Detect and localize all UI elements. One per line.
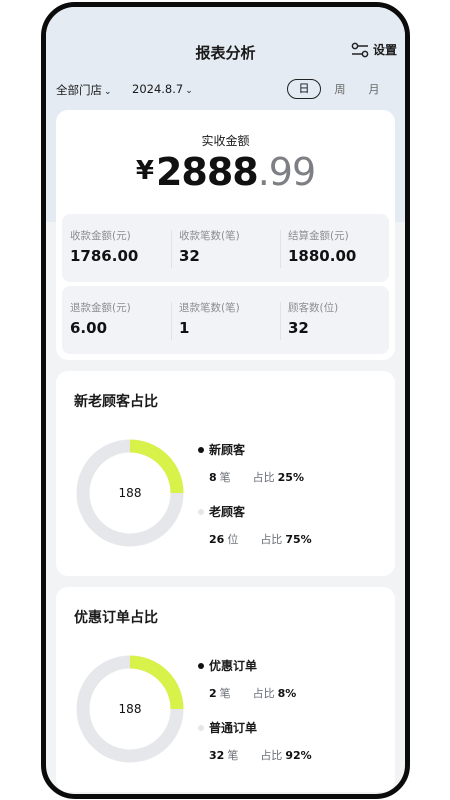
stat-value: 6.00 [70, 319, 108, 337]
legend-name: 新顾客 [209, 443, 246, 457]
legend-percent-label: 占比 [252, 687, 275, 700]
stat-label: 结算金额(元) [288, 230, 349, 242]
chevron-down-icon: ⌄ [104, 87, 112, 97]
stat-label: 收款笔数(笔) [179, 230, 240, 242]
legend-name: 老顾客 [209, 505, 246, 519]
donut-center-value: 188 [118, 702, 142, 716]
stat-value: 1 [179, 319, 190, 337]
period-day-tab[interactable]: 日 [287, 79, 321, 99]
legend-unit: 位 [227, 533, 239, 546]
legend-returning-customer: 老顾客 26 位 占比 75% [198, 503, 312, 547]
legend-percent-label: 占比 [252, 471, 275, 484]
date-dropdown-value: 2024.8.7 [132, 82, 184, 96]
stat-collected-amount: 收款金额(元) 1786.00 [62, 214, 171, 282]
settings-button[interactable]: 设置 [351, 41, 397, 58]
stat-customer-count: 顾客数(位) 32 [280, 286, 389, 354]
legend-unit: 笔 [219, 471, 231, 484]
stats-row-1: 收款金额(元) 1786.00 收款笔数(笔) 32 结算金额(元) 1880.… [62, 214, 389, 282]
stat-label: 顾客数(位) [288, 302, 339, 314]
settings-label: 设置 [372, 43, 397, 57]
stat-value: 32 [288, 319, 309, 337]
stat-value: 1880.00 [288, 247, 357, 265]
legend-name: 普通订单 [209, 721, 258, 735]
donut-center-value: 188 [118, 486, 142, 500]
stat-refund-count: 退款笔数(笔) 1 [171, 286, 280, 354]
legend-percent: 25% [277, 471, 304, 484]
legend-percent: 92% [285, 749, 312, 762]
legend-dot [198, 662, 204, 669]
filter-bar: 全部门店 ⌄ 2024.8.7 ⌄ 日 周 月 [46, 79, 405, 101]
amount-decimal: .99 [257, 150, 316, 194]
period-week-tab[interactable]: 周 [325, 81, 355, 97]
legend-dot [198, 446, 204, 453]
legend-count: 8 [209, 471, 217, 484]
legend-count: 32 [209, 749, 225, 762]
stat-label: 退款笔数(笔) [179, 302, 240, 314]
amount-integer: 2888 [155, 150, 259, 194]
legend-percent-label: 占比 [260, 533, 283, 546]
received-amount-label: 实收金额 [201, 134, 250, 148]
store-dropdown-value: 全部门店 [56, 83, 102, 97]
legend-percent: 75% [285, 533, 312, 546]
legend-count: 26 [209, 533, 225, 546]
received-amount-value: ¥2888.99 [56, 150, 395, 194]
store-dropdown[interactable]: 全部门店 ⌄ [56, 82, 112, 98]
period-month-tab[interactable]: 月 [359, 81, 389, 97]
order-ratio-card: 优惠订单占比 188 优惠订单 2 笔占比 8% 普通订单 32 笔占比 92% [56, 587, 395, 792]
legend-regular-order: 普通订单 32 笔 占比 92% [198, 719, 312, 763]
app-header: 报表分析 设置 [46, 37, 405, 67]
chevron-down-icon: ⌄ [185, 86, 193, 96]
currency-symbol: ¥ [135, 156, 154, 186]
legend-name: 优惠订单 [209, 659, 258, 673]
legend-dot [198, 724, 204, 731]
customer-ratio-card: 新老顾客占比 188 新顾客 8 笔占比 25% 老顾客 26 位占比 75% [56, 371, 395, 576]
legend-dot [198, 508, 204, 515]
date-dropdown[interactable]: 2024.8.7 ⌄ [132, 82, 193, 96]
card-title: 优惠订单占比 [74, 610, 158, 626]
phone-frame: 报表分析 设置 全部门店 ⌄ 2024.8.7 ⌄ 日 周 月 实收金额 ¥2888… [41, 2, 410, 799]
legend-percent: 8% [277, 687, 297, 700]
period-switch: 日 周 月 [287, 79, 389, 99]
legend-count: 2 [209, 687, 217, 700]
stat-value: 1786.00 [70, 247, 139, 265]
legend-discount-order: 优惠订单 2 笔 占比 8% [198, 657, 296, 701]
legend-new-customer: 新顾客 8 笔 占比 25% [198, 441, 304, 485]
settings-sliders-icon [351, 42, 369, 57]
legend-unit: 笔 [219, 687, 231, 700]
stat-settlement-amount: 结算金额(元) 1880.00 [280, 214, 389, 282]
stat-label: 收款金额(元) [70, 230, 131, 242]
stats-row-2: 退款金额(元) 6.00 退款笔数(笔) 1 顾客数(位) 32 [62, 286, 389, 354]
summary-card: 实收金额 ¥2888.99 收款金额(元) 1786.00 收款笔数(笔) 32… [56, 110, 395, 360]
legend-unit: 笔 [227, 749, 239, 762]
card-title: 新老顾客占比 [74, 394, 158, 410]
legend-percent-label: 占比 [260, 749, 283, 762]
stat-value: 32 [179, 247, 200, 265]
stat-refund-amount: 退款金额(元) 6.00 [62, 286, 171, 354]
stat-collected-count: 收款笔数(笔) 32 [171, 214, 280, 282]
stat-label: 退款金额(元) [70, 302, 131, 314]
